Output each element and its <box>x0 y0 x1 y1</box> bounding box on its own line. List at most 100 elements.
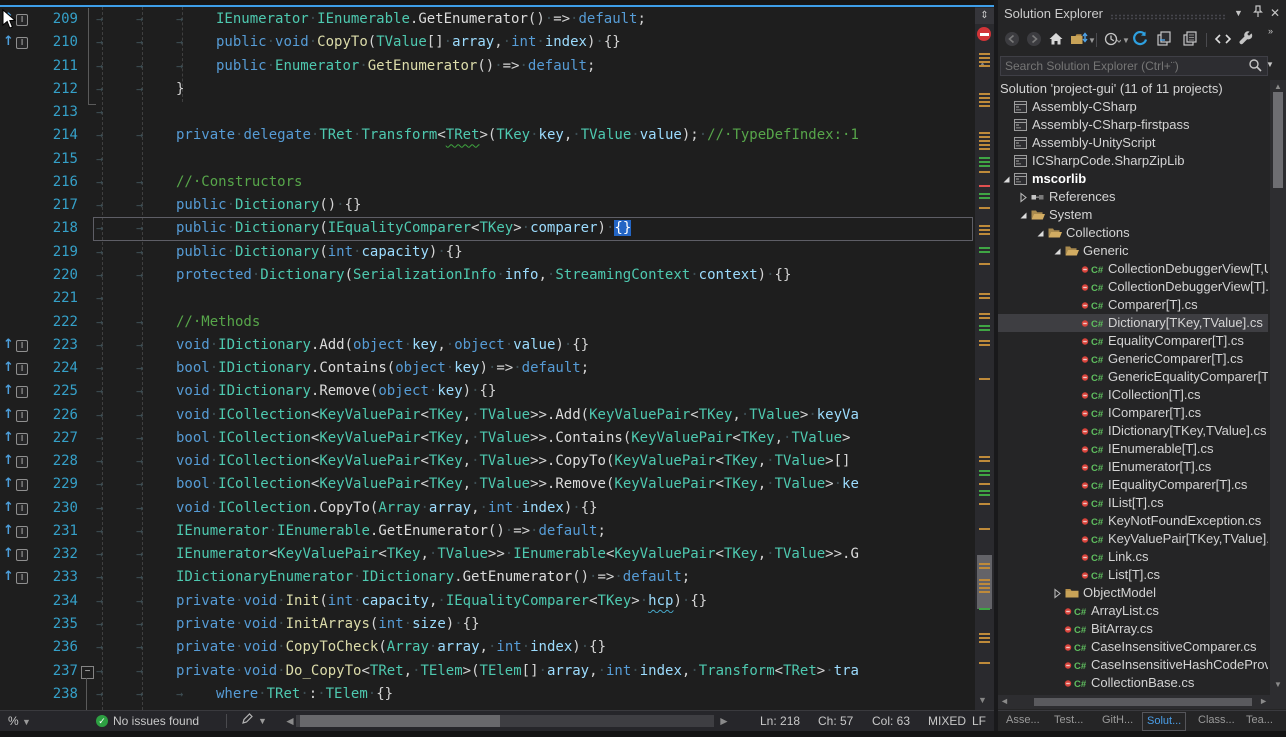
tool-window-tab-gith[interactable]: GitH... <box>1098 712 1137 729</box>
tree-item-assembly-unityscript[interactable]: Assembly-UnityScript <box>998 134 1268 152</box>
view-code-icon[interactable] <box>1214 31 1232 49</box>
tree-hscroll-left-arrow[interactable]: ◄ <box>1000 696 1009 706</box>
tree-item-icsharpcode-sharpziplib[interactable]: ICSharpCode.SharpZipLib <box>998 152 1268 170</box>
implements-interface-icon[interactable]: ↑I <box>3 453 33 471</box>
tree-item-equalitycomparer-t-cs[interactable]: C#EqualityComparer[T].cs <box>998 332 1268 350</box>
tree-item-comparer-t-cs[interactable]: C#Comparer[T].cs <box>998 296 1268 314</box>
tree-vscroll-thumb[interactable] <box>1273 92 1283 188</box>
back-icon[interactable] <box>1004 31 1022 49</box>
refresh-icon[interactable] <box>1132 31 1150 49</box>
tree-item-bitarray-cs[interactable]: C#BitArray.cs <box>998 620 1268 638</box>
tree-item-keyvaluepair-tkey-tvalue-cs[interactable]: C#KeyValuePair[TKey,TValue].cs <box>998 530 1268 548</box>
fold-collapse-box[interactable]: − <box>81 666 94 679</box>
tree-root[interactable]: Solution 'project-gui' (11 of 11 project… <box>998 80 1268 98</box>
search-icon[interactable] <box>1248 58 1262 72</box>
close-icon[interactable]: ✕ <box>1270 6 1280 20</box>
code-line-209[interactable]: →→→IEnumerator·IEnumerable.GetEnumerator… <box>96 8 646 31</box>
history-icon[interactable] <box>1104 31 1122 49</box>
home-icon[interactable] <box>1048 31 1066 49</box>
tree-item-collections[interactable]: Collections <box>998 224 1268 242</box>
code-line-219[interactable]: →→public·Dictionary(int·capacity)·{} <box>96 241 463 264</box>
tree-item-references[interactable]: References <box>998 188 1268 206</box>
tree-hscroll-right-arrow[interactable]: ► <box>1259 696 1268 706</box>
line-indicator[interactable]: Ln: 218 <box>760 711 800 731</box>
implements-interface-icon[interactable]: ↑I <box>3 546 33 564</box>
code-line-221[interactable]: → <box>96 287 136 310</box>
expanded-chevron-icon[interactable] <box>1034 226 1046 240</box>
pin-icon[interactable] <box>1252 5 1264 18</box>
code-line-229[interactable]: →→bool·ICollection<KeyValuePair<TKey,·TV… <box>96 473 859 496</box>
implements-interface-icon[interactable]: ↑I <box>3 360 33 378</box>
tree-horizontal-scrollbar[interactable]: ◄ ► <box>998 695 1270 709</box>
tree-item-system[interactable]: System <box>998 206 1268 224</box>
scroll-down-arrow[interactable]: ▼ <box>978 695 987 705</box>
forward-icon[interactable] <box>1026 31 1044 49</box>
horizontal-scrollbar-thumb[interactable] <box>300 715 500 727</box>
code-line-228[interactable]: →→void·ICollection<KeyValuePair<TKey,·TV… <box>96 450 850 473</box>
tree-item-mscorlib[interactable]: mscorlib <box>998 170 1268 188</box>
implements-interface-icon[interactable]: ↑I <box>3 523 33 541</box>
implements-interface-icon[interactable]: ↑I <box>3 383 33 401</box>
document-actions-icon[interactable] <box>240 711 254 731</box>
code-line-211[interactable]: →→→public·Enumerator·GetEnumerator()·=>·… <box>96 55 595 78</box>
tree-item-list-t-cs[interactable]: C#List[T].cs <box>998 566 1268 584</box>
health-status[interactable]: No issues found <box>113 711 199 731</box>
window-position-menu-icon[interactable]: ▼ <box>1234 8 1243 18</box>
code-line-235[interactable]: →→private·void·InitArrays(int·size)·{} <box>96 613 480 636</box>
implements-interface-icon[interactable]: ↑I <box>3 430 33 448</box>
hscroll-right-arrow[interactable]: ► <box>718 711 730 731</box>
tool-window-tab-test[interactable]: Test... <box>1050 712 1087 729</box>
tree-item-iequalitycomparer-t-cs[interactable]: C#IEqualityComparer[T].cs <box>998 476 1268 494</box>
tree-item-keynotfoundexception-cs[interactable]: C#KeyNotFoundException.cs <box>998 512 1268 530</box>
code-line-212[interactable]: →→} <box>96 78 184 101</box>
expanded-chevron-icon[interactable] <box>1000 172 1012 186</box>
code-line-238[interactable]: →→→where·TRet·:·TElem·{} <box>96 683 393 706</box>
column-indicator[interactable]: Col: 63 <box>872 711 910 731</box>
code-line-216[interactable]: →→//·Constructors <box>96 171 302 194</box>
code-line-237[interactable]: →→private·void·Do_CopyTo<TRet,·TElem>(TE… <box>96 660 859 683</box>
tree-item-collectiondebuggerview-t-cs[interactable]: C#CollectionDebuggerView[T].cs <box>998 278 1268 296</box>
solution-tree[interactable]: Solution 'project-gui' (11 of 11 project… <box>998 80 1268 694</box>
implements-interface-icon[interactable]: ↑I <box>3 407 33 425</box>
code-line-225[interactable]: →→void·IDictionary.Remove(object·key)·{} <box>96 380 496 403</box>
show-all-files-icon[interactable] <box>1182 31 1200 49</box>
code-line-222[interactable]: →→//·Methods <box>96 311 260 334</box>
code-editor[interactable]: 209→→→IEnumerator·IEnumerable.GetEnumera… <box>0 7 994 710</box>
tree-vscroll-down-arrow[interactable]: ▼ <box>1274 680 1282 689</box>
code-line-215[interactable]: → <box>96 148 136 171</box>
collapsed-chevron-icon[interactable] <box>1017 190 1029 204</box>
implements-interface-icon[interactable]: ↑I <box>3 569 33 587</box>
tree-item-genericequalitycomparer-t-cs[interactable]: C#GenericEqualityComparer[T].cs <box>998 368 1268 386</box>
code-line-224[interactable]: →→bool·IDictionary.Contains(object·key)·… <box>96 357 589 380</box>
code-line-213[interactable]: → <box>96 101 136 124</box>
tree-item-icollection-t-cs[interactable]: C#ICollection[T].cs <box>998 386 1268 404</box>
search-input[interactable] <box>1000 56 1268 76</box>
editor-scrollbar[interactable]: ⇕ ▲ ▼ <box>975 7 994 710</box>
tree-item-idictionary-tkey-tvalue-cs[interactable]: C#IDictionary[TKey,TValue].cs <box>998 422 1268 440</box>
implements-interface-icon[interactable]: ↑I <box>3 34 33 52</box>
hscroll-left-arrow[interactable]: ◄ <box>284 711 296 731</box>
code-line-214[interactable]: →→private·delegate·TRet·Transform<TRet>(… <box>96 124 859 147</box>
search-options-caret[interactable]: ▼ <box>1266 60 1274 69</box>
code-line-217[interactable]: →→public·Dictionary()·{} <box>96 194 361 217</box>
tree-item-collectiondebuggerview-t-u-cs[interactable]: C#CollectionDebuggerView[T,U].cs <box>998 260 1268 278</box>
code-line-226[interactable]: →→void·ICollection<KeyValuePair<TKey,·TV… <box>96 404 859 427</box>
tool-window-tab-solut[interactable]: Solut... <box>1142 712 1186 731</box>
tree-item-icomparer-t-cs[interactable]: C#IComparer[T].cs <box>998 404 1268 422</box>
code-line-234[interactable]: →→private·void·Init(int·capacity,·IEqual… <box>96 590 707 613</box>
code-line-236[interactable]: →→private·void·CopyToCheck(Array·array,·… <box>96 636 606 659</box>
tree-item-caseinsensitivehashcodeprovider-cs[interactable]: C#CaseInsensitiveHashCodeProvider.cs <box>998 656 1268 674</box>
tool-window-tab-asse[interactable]: Asse... <box>1002 712 1044 729</box>
tree-hscroll-thumb[interactable] <box>1034 698 1252 706</box>
implements-interface-icon[interactable]: ↑I <box>3 337 33 355</box>
panel-drag-grip[interactable] <box>1110 14 1226 20</box>
tree-item-objectmodel[interactable]: ObjectModel <box>998 584 1268 602</box>
zoom-control[interactable]: % ▼ <box>8 711 31 731</box>
tree-item-dictionary-tkey-tvalue-cs[interactable]: C#Dictionary[TKey,TValue].cs <box>998 314 1268 332</box>
tree-item-assembly-csharp[interactable]: Assembly-CSharp <box>998 98 1268 116</box>
tool-window-tab-class[interactable]: Class... <box>1194 712 1239 729</box>
tree-item-ilist-t-cs[interactable]: C#IList[T].cs <box>998 494 1268 512</box>
code-line-218[interactable]: →→public·Dictionary(IEqualityComparer<TK… <box>96 217 631 240</box>
tree-item-collectionbase-cs[interactable]: C#CollectionBase.cs <box>998 674 1268 692</box>
implements-interface-icon[interactable]: ↑I <box>3 476 33 494</box>
